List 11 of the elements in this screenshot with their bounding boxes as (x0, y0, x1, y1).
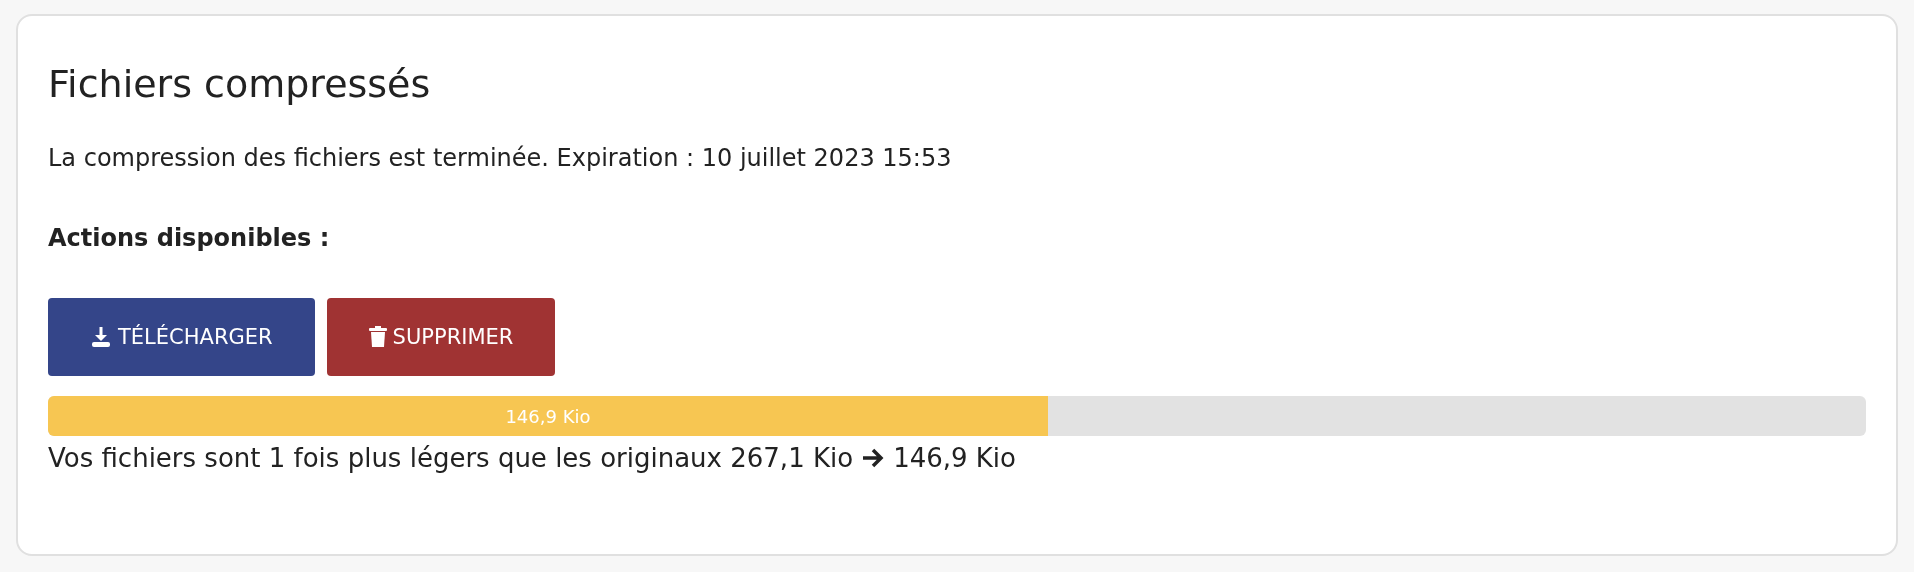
arrow-icon (861, 447, 886, 469)
actions-heading: Actions disponibles : (48, 223, 331, 254)
summary-text: Vos fichiers sont 1 fois plus légers que les originaux 267,1 Kio (48, 442, 854, 475)
status-message: La compression des fichiers est terminée. Expiration : 10 juillet 2023 15:53 (48, 143, 953, 174)
page-title: Fichiers compressés (48, 61, 432, 108)
trash-icon (368, 326, 387, 348)
delete-button[interactable]: SUPPRIMER (326, 298, 556, 376)
download-icon (90, 326, 112, 348)
summary-result: 146,9 Kio (893, 442, 1016, 475)
download-button[interactable]: TÉLÉCHARGER (48, 298, 315, 376)
progress-label: 146,9 Kio (505, 405, 591, 427)
